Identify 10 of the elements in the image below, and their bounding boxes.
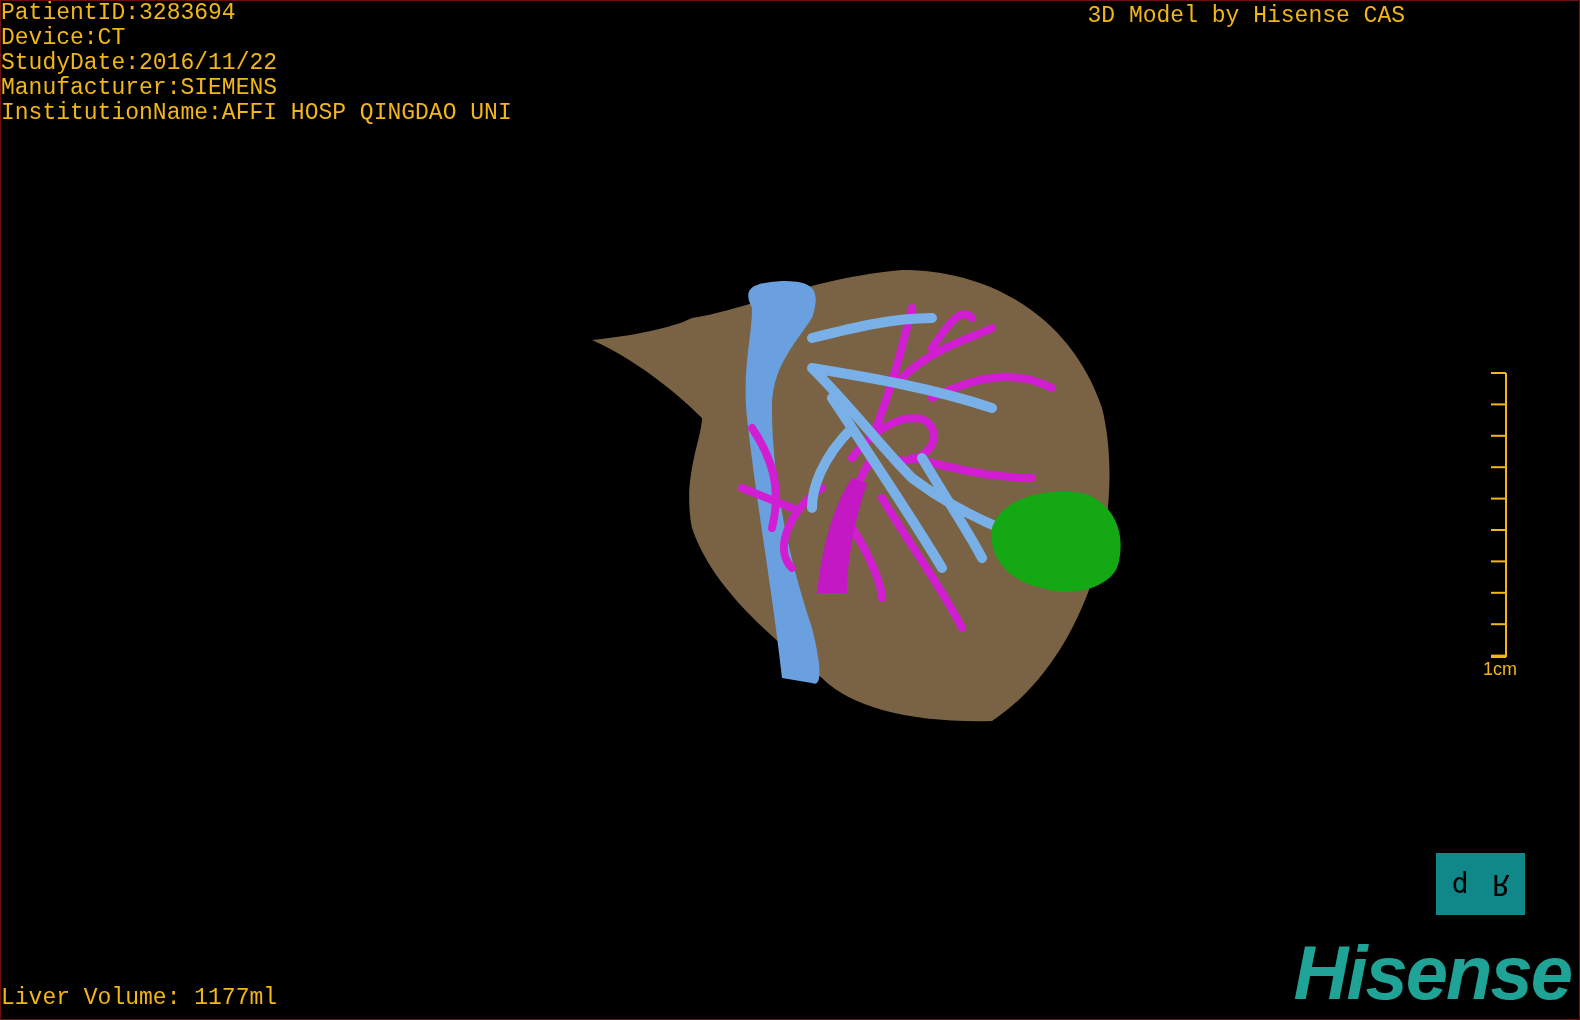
hisense-logo: Hisense [1293, 937, 1572, 1009]
orientation-cube[interactable]: d R [1436, 853, 1525, 915]
patient-info-text: PatientID:3283694 [1, 1, 237, 26]
patient-info-text: Device:CT [1, 26, 127, 51]
patient-info-text: InstitutionName:AFFI HOSP QINGDAO UNI [1, 101, 512, 126]
scale-label: 1cm [1483, 659, 1517, 679]
patient-info-text: StudyDate:2016/11/22 [1, 51, 279, 76]
liver-volume-text: Liver Volume: 1177ml [1, 986, 278, 1011]
patient-info-text: Manufacturer:SIEMENS [1, 76, 279, 101]
credit-text: 3D Model by Hisense CAS [1087, 4, 1405, 31]
